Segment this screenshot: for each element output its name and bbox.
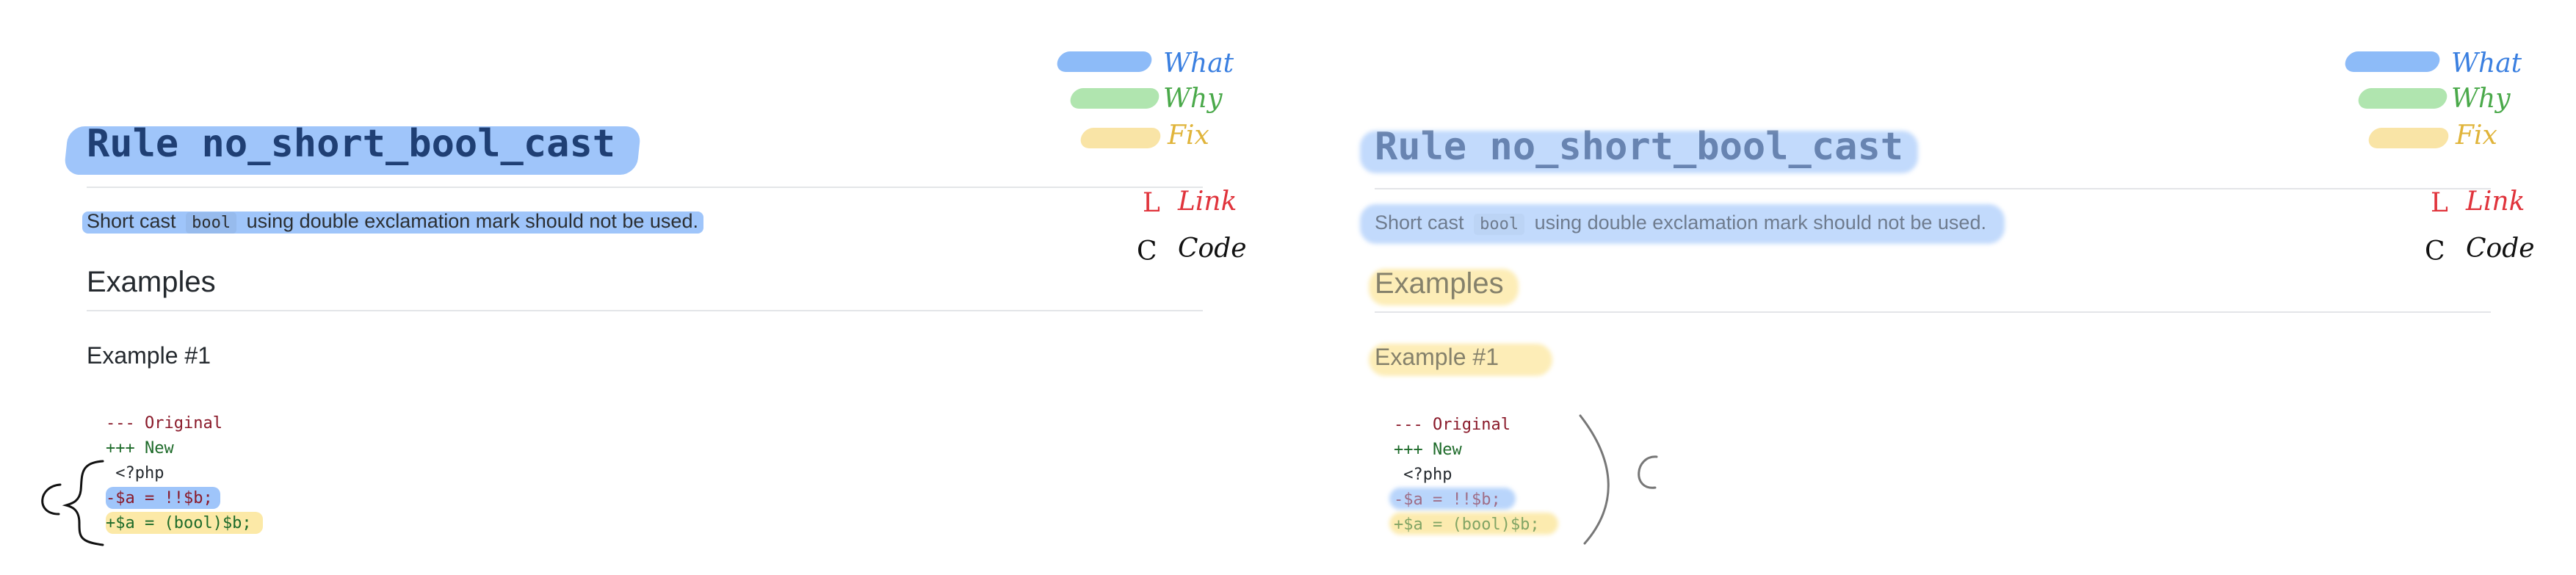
legend-fix-label: Fix (2456, 120, 2497, 151)
legend-what-swatch (1055, 51, 1154, 72)
legend-fix-label: Fix (1168, 120, 1209, 151)
legend-what-label: What (1163, 48, 1234, 79)
code-annotation-bracket (1579, 414, 1658, 545)
legend-why-label: Why (1163, 84, 1223, 114)
legend-what-label: What (2451, 48, 2522, 79)
legend-fix-swatch (2367, 128, 2450, 148)
legend-link-marker: L (1143, 188, 1160, 218)
panel-highlighted: Rule no_short_bool_cast Short cast bool … (1288, 0, 2576, 575)
legend-link-label: Link (2466, 187, 2525, 217)
legend-link-marker: L (2431, 188, 2448, 218)
legend-why-swatch (1068, 88, 1161, 109)
legend-fix-swatch (1079, 128, 1162, 148)
panel-annotated: Rule no_short_bool_cast Short cast bool … (0, 0, 1288, 575)
legend-link-label: Link (1178, 187, 1237, 217)
legend-code-marker: C (1137, 236, 1157, 267)
legend-code-label: Code (1178, 234, 1247, 264)
legend-code-label: Code (2466, 234, 2535, 264)
code-annotation-brace (41, 460, 104, 546)
legend-why-swatch (2356, 88, 2449, 109)
legend-what-swatch (2343, 51, 2442, 72)
legend-why-label: Why (2451, 84, 2511, 114)
legend-code-marker: C (2425, 236, 2445, 267)
